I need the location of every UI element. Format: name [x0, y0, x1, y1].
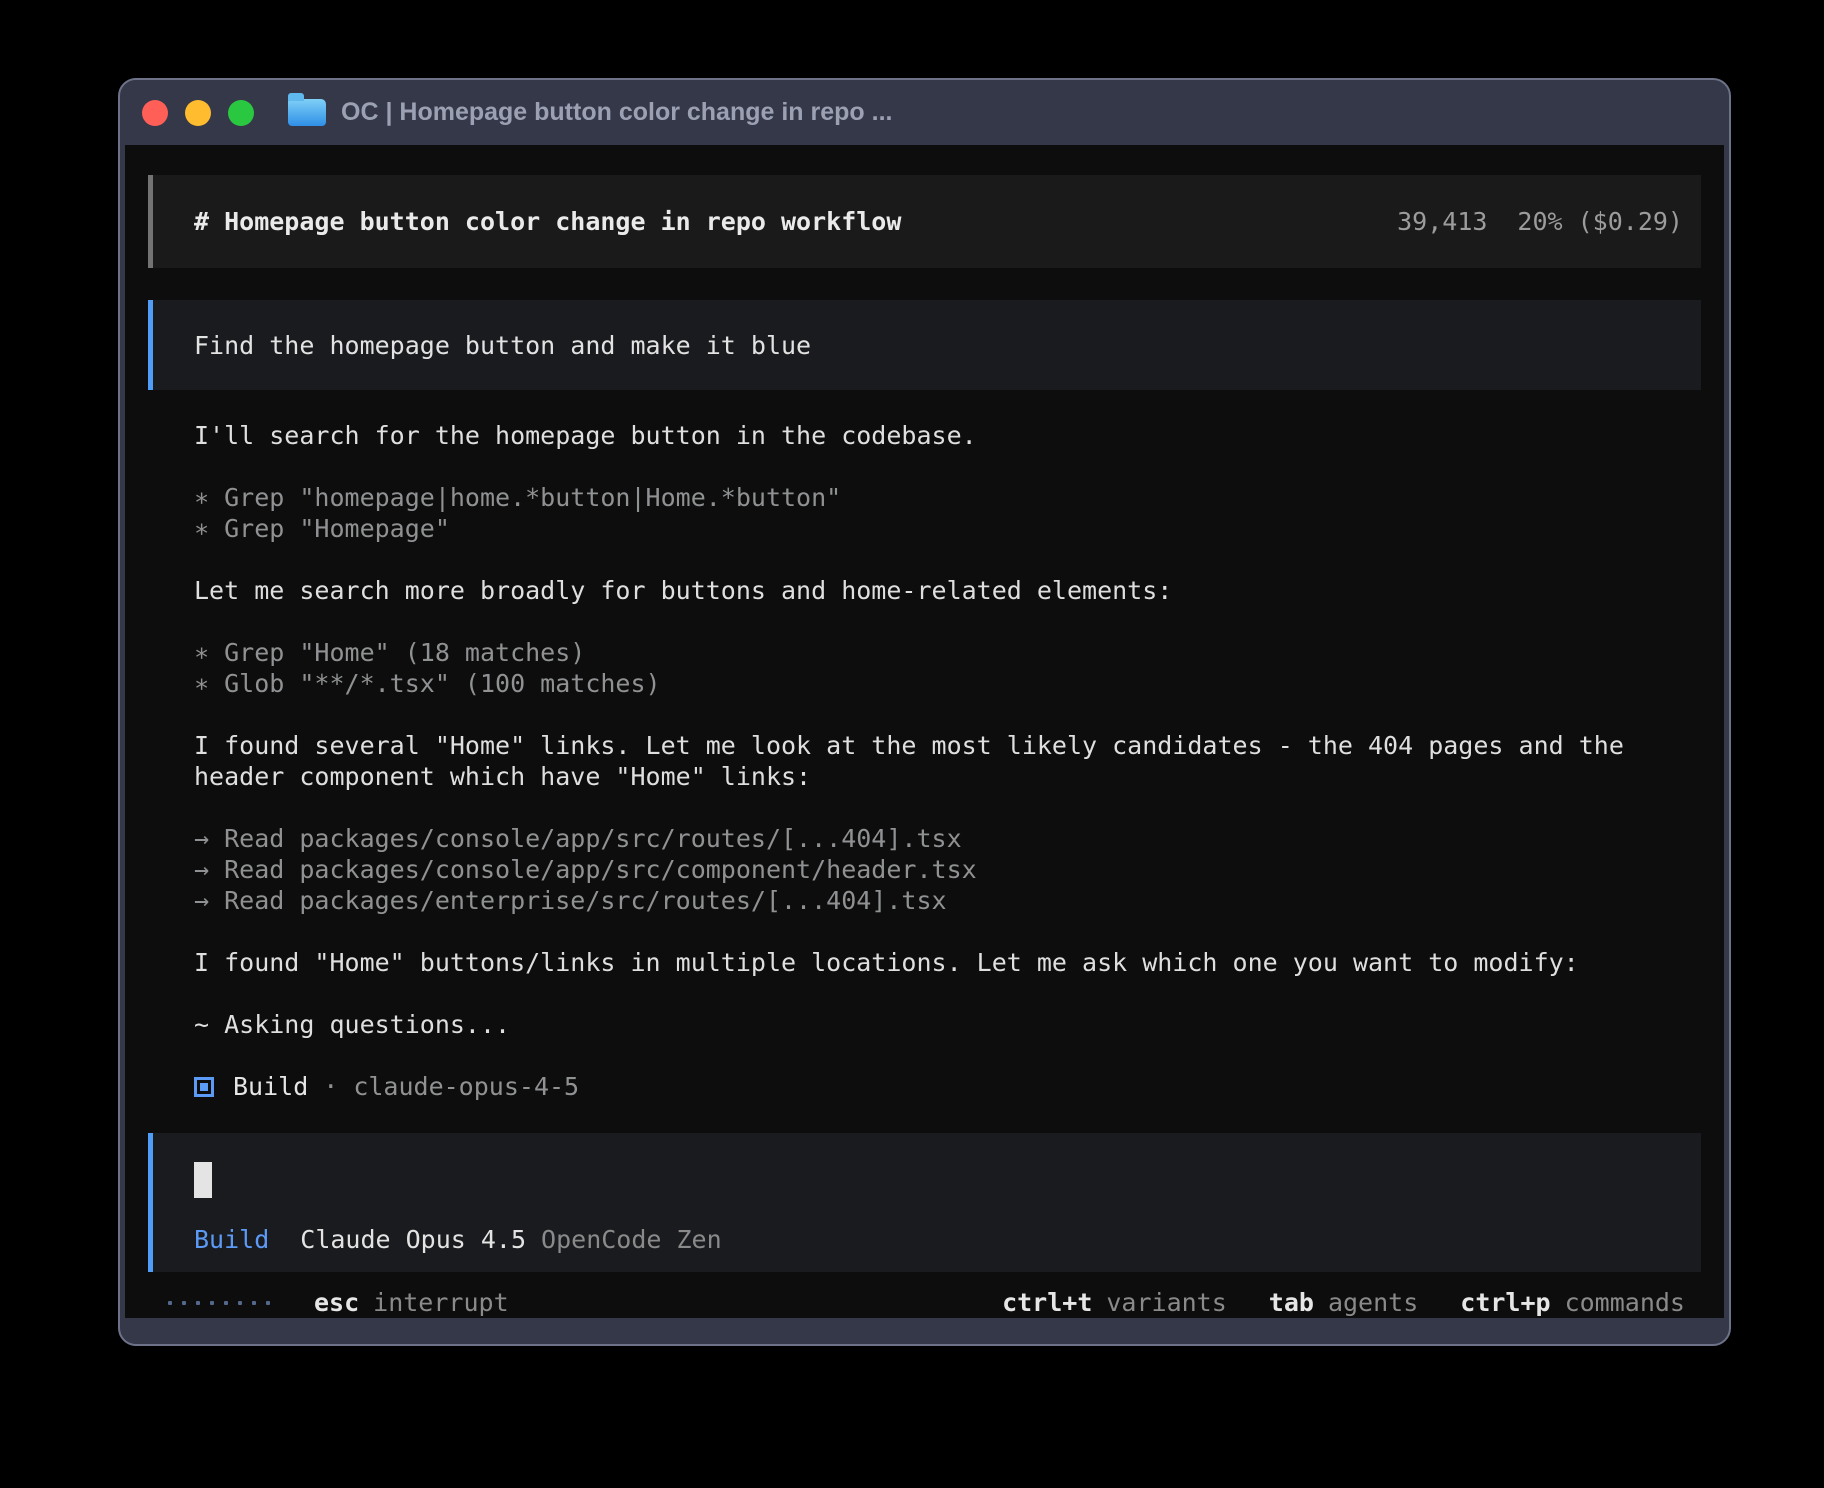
shortcut-label: agents	[1328, 1287, 1418, 1318]
working-status: ~ Asking questions...	[194, 1009, 1699, 1040]
activity-dot	[168, 1301, 172, 1305]
session-stats: 39,413 20% ($0.29)	[1397, 206, 1683, 237]
activity-dot	[196, 1301, 200, 1305]
input-agent-mode[interactable]: Build	[194, 1224, 269, 1255]
context-usage: 20% ($0.29)	[1517, 207, 1683, 236]
build-agent-icon	[194, 1077, 214, 1097]
shortcut-interrupt: esc interrupt	[314, 1287, 509, 1318]
shortcut-key: ctrl+p	[1460, 1287, 1550, 1318]
assistant-paragraph: I found several "Home" links. Let me loo…	[194, 730, 1699, 792]
activity-dot	[252, 1301, 256, 1305]
tool-call-glob: ∗ Glob "**/*.tsx" (100 matches)	[194, 668, 1699, 699]
text-cursor	[194, 1162, 212, 1198]
agent-model: claude-opus-4-5	[353, 1071, 579, 1102]
shortcut-label: commands	[1565, 1287, 1685, 1318]
status-bar: esc interrupt ctrl+t variants tab agents…	[148, 1287, 1701, 1318]
activity-dots	[168, 1301, 270, 1305]
agent-separator: ·	[323, 1071, 338, 1102]
tool-call-grep: ∗ Grep "Home" (18 matches)	[194, 637, 1699, 668]
activity-dot	[182, 1301, 186, 1305]
activity-dot	[266, 1301, 270, 1305]
input-meta: Build Claude Opus 4.5 OpenCode Zen	[194, 1224, 1683, 1255]
tool-call-group: → Read packages/console/app/src/routes/[…	[194, 823, 1699, 916]
assistant-paragraph: Let me search more broadly for buttons a…	[194, 575, 1699, 606]
input-model[interactable]: Claude Opus 4.5	[300, 1224, 526, 1255]
maximize-button[interactable]	[228, 100, 254, 126]
tool-call-grep: ∗ Grep "homepage|home.*button|Home.*butt…	[194, 482, 1699, 513]
token-count: 39,413	[1397, 207, 1487, 236]
close-button[interactable]	[142, 100, 168, 126]
shortcut-agents: tab agents	[1269, 1287, 1418, 1318]
tool-call-group: ∗ Grep "homepage|home.*button|Home.*butt…	[194, 482, 1699, 544]
shortcut-variants: ctrl+t variants	[1002, 1287, 1227, 1318]
shortcut-key: ctrl+t	[1002, 1287, 1092, 1318]
session-title: # Homepage button color change in repo w…	[194, 206, 901, 237]
prompt-input[interactable]: Build Claude Opus 4.5 OpenCode Zen	[148, 1133, 1701, 1272]
shortcut-label: variants	[1106, 1287, 1226, 1318]
shortcut-key: esc	[314, 1287, 359, 1318]
shortcut-commands: ctrl+p commands	[1460, 1287, 1685, 1318]
folder-icon	[288, 99, 326, 126]
user-message: Find the homepage button and make it blu…	[148, 300, 1701, 390]
tool-call-group: ∗ Grep "Home" (18 matches) ∗ Glob "**/*.…	[194, 637, 1699, 699]
tool-call-grep: ∗ Grep "Homepage"	[194, 513, 1699, 544]
tool-call-read: → Read packages/console/app/src/routes/[…	[194, 823, 1699, 854]
assistant-response: I'll search for the homepage button in t…	[194, 420, 1699, 1102]
input-provider: OpenCode Zen	[541, 1224, 722, 1255]
session-header: # Homepage button color change in repo w…	[148, 175, 1701, 268]
window-title: OC | Homepage button color change in rep…	[341, 98, 892, 127]
activity-dot	[224, 1301, 228, 1305]
shortcut-key: tab	[1269, 1287, 1314, 1318]
desktop: OC | Homepage button color change in rep…	[0, 0, 1824, 1488]
assistant-paragraph: I'll search for the homepage button in t…	[194, 420, 1699, 451]
terminal-window: OC | Homepage button color change in rep…	[118, 78, 1731, 1346]
assistant-paragraph: I found "Home" buttons/links in multiple…	[194, 947, 1699, 978]
terminal-content: # Homepage button color change in repo w…	[125, 145, 1724, 1318]
agent-indicator: Build · claude-opus-4-5	[194, 1071, 1699, 1102]
activity-dot	[238, 1301, 242, 1305]
user-message-text: Find the homepage button and make it blu…	[194, 330, 811, 361]
shortcut-label: interrupt	[373, 1287, 508, 1318]
activity-dot	[210, 1301, 214, 1305]
window-controls	[142, 100, 254, 126]
agent-name: Build	[233, 1071, 308, 1102]
minimize-button[interactable]	[185, 100, 211, 126]
shortcut-group: ctrl+t variants tab agents ctrl+p comman…	[1002, 1287, 1685, 1318]
tool-call-read: → Read packages/enterprise/src/routes/[.…	[194, 885, 1699, 916]
tool-call-read: → Read packages/console/app/src/componen…	[194, 854, 1699, 885]
titlebar[interactable]: OC | Homepage button color change in rep…	[120, 80, 1729, 145]
